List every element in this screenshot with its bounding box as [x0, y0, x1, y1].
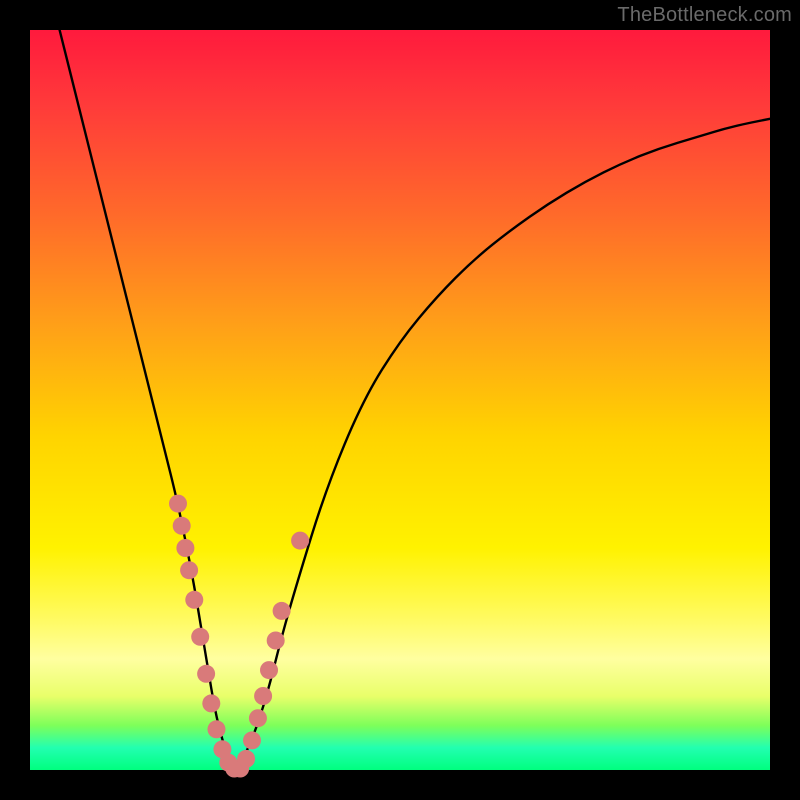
- curve-marker: [202, 694, 220, 712]
- curve-marker: [291, 532, 309, 550]
- curve-marker: [169, 495, 187, 513]
- curve-marker: [267, 632, 285, 650]
- curve-marker: [173, 517, 191, 535]
- watermark-text: TheBottleneck.com: [617, 4, 792, 27]
- curve-markers: [169, 495, 309, 778]
- bottleneck-curve: [60, 30, 770, 767]
- bottleneck-curve-svg: [30, 30, 770, 770]
- curve-marker: [273, 602, 291, 620]
- curve-marker: [197, 665, 215, 683]
- curve-marker: [260, 661, 278, 679]
- curve-marker: [243, 731, 261, 749]
- chart-frame: TheBottleneck.com: [0, 0, 800, 800]
- curve-marker: [237, 750, 255, 768]
- curve-marker: [176, 539, 194, 557]
- curve-marker: [207, 720, 225, 738]
- curve-marker: [191, 628, 209, 646]
- curve-marker: [254, 687, 272, 705]
- curve-marker: [180, 561, 198, 579]
- plot-area: [30, 30, 770, 770]
- curve-marker: [185, 591, 203, 609]
- curve-marker: [249, 709, 267, 727]
